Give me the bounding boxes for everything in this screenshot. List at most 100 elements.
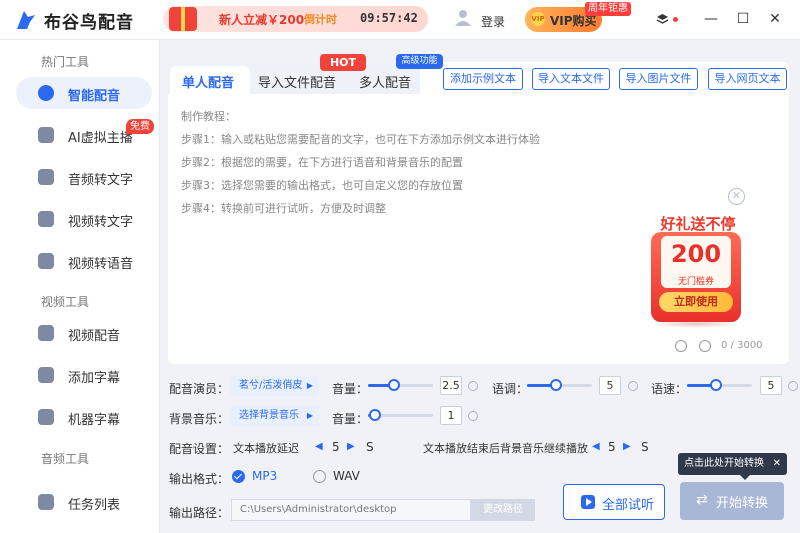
tutorial-step: 步骤1：输入或粘贴您需要配音的文字，也可在下方添加示例文本进行体验 [181,133,540,146]
triangle-right-icon: ▶ [306,381,313,390]
tab-single-dubbing[interactable]: 单人配音 [170,66,250,94]
triangle-right-icon[interactable]: ▶ [347,441,355,452]
triangle-left-icon[interactable]: ◀ [315,441,323,452]
voice-label: 配音演员： [169,382,230,396]
sidebar-item-video-dubbing[interactable]: 视频配音 [16,317,152,349]
sidebar: 热门工具 智能配音 AI虚拟主播 音频转文字 视频转文字 视频转语音 视频工具 … [0,40,160,533]
section-hot-tools: 热门工具 [41,55,90,69]
close-button[interactable]: ✕ [766,10,784,28]
tooltip-text: 点击此处开始转换 [684,458,764,469]
coupon-title: 好礼送不停 [660,215,736,233]
start-convert-label: 开始转换 [716,496,769,511]
undo-icon[interactable] [675,340,687,352]
tutorial-step: 步骤2：根据您的需要，在下方进行语音和背景音乐的配置 [181,156,463,169]
continue-value: 5 [608,440,616,454]
gift-icon [169,7,197,31]
tutorial-step: 步骤4：转换前可进行试听，方便及时调整 [181,202,386,215]
tooltip-close-icon[interactable]: ✕ [773,453,781,475]
sidebar-item-label: 音频转文字 [68,173,134,188]
play-icon [581,495,595,509]
format-wav-radio[interactable] [313,470,326,483]
import-image-file-button[interactable]: 导入图片文件 [619,68,698,90]
volume-slider[interactable] [368,379,433,391]
format-mp3-radio[interactable] [232,470,245,483]
user-icon[interactable] [454,8,472,26]
continue-unit: S [641,440,649,454]
reset-icon[interactable] [788,381,798,391]
robot-icon [38,409,54,425]
promo-banner[interactable]: 新人立减￥200 倒计时 09:57:42 [163,6,428,32]
import-web-text-button[interactable]: 导入网页文本 [708,68,787,90]
format-mp3-label[interactable]: MP3 [252,469,277,483]
layers-icon[interactable] [656,13,669,26]
hot-badge: HOT [320,54,366,71]
pitch-value[interactable]: 5 [599,376,621,395]
countdown-timer: 09:57:42 [360,11,418,25]
sidebar-item-audio-to-text[interactable]: 音频转文字 [16,161,152,193]
sidebar-item-label: 视频转语音 [68,257,134,272]
minimize-button[interactable]: — [702,10,720,28]
continue-label: 文本播放结束后背景音乐继续播放 [423,442,588,455]
voice-selector[interactable]: 茗兮/活泼俏皮 ▶ [230,376,319,396]
bgm-volume-slider[interactable] [368,409,433,421]
sidebar-item-label: AI虚拟主播 [68,131,133,146]
reset-icon[interactable] [468,411,478,421]
pitch-slider[interactable] [527,379,592,391]
clear-icon[interactable] [699,340,711,352]
audio-text-icon [38,169,54,185]
bgm-selector[interactable]: 选择背景音乐 ▶ [230,406,319,426]
format-wav-label[interactable]: WAV [333,469,360,483]
section-video-tools: 视频工具 [41,295,90,309]
notification-dot [673,17,678,22]
preview-all-button[interactable]: 全部试听 [563,484,665,520]
triangle-left-icon[interactable]: ◀ [592,441,600,452]
login-link[interactable]: 登录 [481,13,505,30]
sidebar-item-label: 智能配音 [68,89,121,104]
coupon-card[interactable]: 200 无门槛券 立即使用 [651,232,741,322]
triangle-right-icon[interactable]: ▶ [623,441,631,452]
sidebar-item-add-subtitle[interactable]: 添加字幕 [16,359,152,391]
coupon-use-button[interactable]: 立即使用 [659,292,733,312]
delay-unit: S [366,440,374,454]
change-path-button[interactable]: 更改路径 [471,499,535,521]
sidebar-item-label: 添加字幕 [68,371,121,386]
video-text-icon [38,211,54,227]
delay-value: 5 [332,440,340,454]
volume-value[interactable]: 2.5 [440,376,462,395]
sidebar-item-label: 视频配音 [68,329,121,344]
reset-icon[interactable] [628,381,638,391]
tab-multi-dubbing[interactable]: 多人配音 [359,66,411,94]
pitch-label: 语调： [492,382,529,396]
coupon-close-icon[interactable]: ✕ [728,188,745,205]
subtitle-icon [38,367,54,383]
bird-logo-icon [17,11,35,29]
promo-text: 新人立减￥200 [219,13,305,27]
start-tooltip: 点击此处开始转换 ✕ [678,453,787,480]
add-sample-text-button[interactable]: 添加示例文本 [443,68,523,90]
sidebar-item-video-to-text[interactable]: 视频转文字 [16,203,152,235]
tutorial-step: 步骤3：选择您需要的输出格式，也可自定义您的存放位置 [181,179,463,192]
triangle-right-icon: ▶ [306,411,313,420]
sidebar-item-video-to-voice[interactable]: 视频转语音 [16,245,152,277]
reset-icon[interactable] [468,381,478,391]
output-path-field[interactable]: C:\Users\Administrator\desktop [231,499,471,521]
mic-icon [38,85,54,101]
sidebar-item-machine-subtitle[interactable]: 机器字幕 [16,401,152,433]
bgm-volume-value[interactable]: 1 [440,406,462,425]
speed-slider[interactable] [687,379,752,391]
convert-icon: ⇄ [696,492,708,508]
import-text-file-button[interactable]: 导入文本文件 [532,68,610,90]
start-convert-button[interactable]: ⇄ 开始转换 [680,482,784,520]
bgm-volume-label: 音量： [332,412,369,426]
speed-value[interactable]: 5 [760,376,782,395]
sidebar-item-smart-dubbing[interactable]: 智能配音 [16,77,152,109]
sidebar-item-task-list[interactable]: 任务列表 [16,486,152,518]
coupon-subtitle: 无门槛券 [677,277,714,287]
app-title: 布谷鸟配音 [44,13,134,33]
maximize-button[interactable]: ☐ [734,10,752,28]
char-counter: 0 / 3000 [721,340,763,351]
config-label: 配音设置： [169,442,230,456]
speed-label: 语速： [651,382,688,396]
countdown-label: 倒计时 [304,13,337,26]
free-badge: 免费 [126,119,154,134]
